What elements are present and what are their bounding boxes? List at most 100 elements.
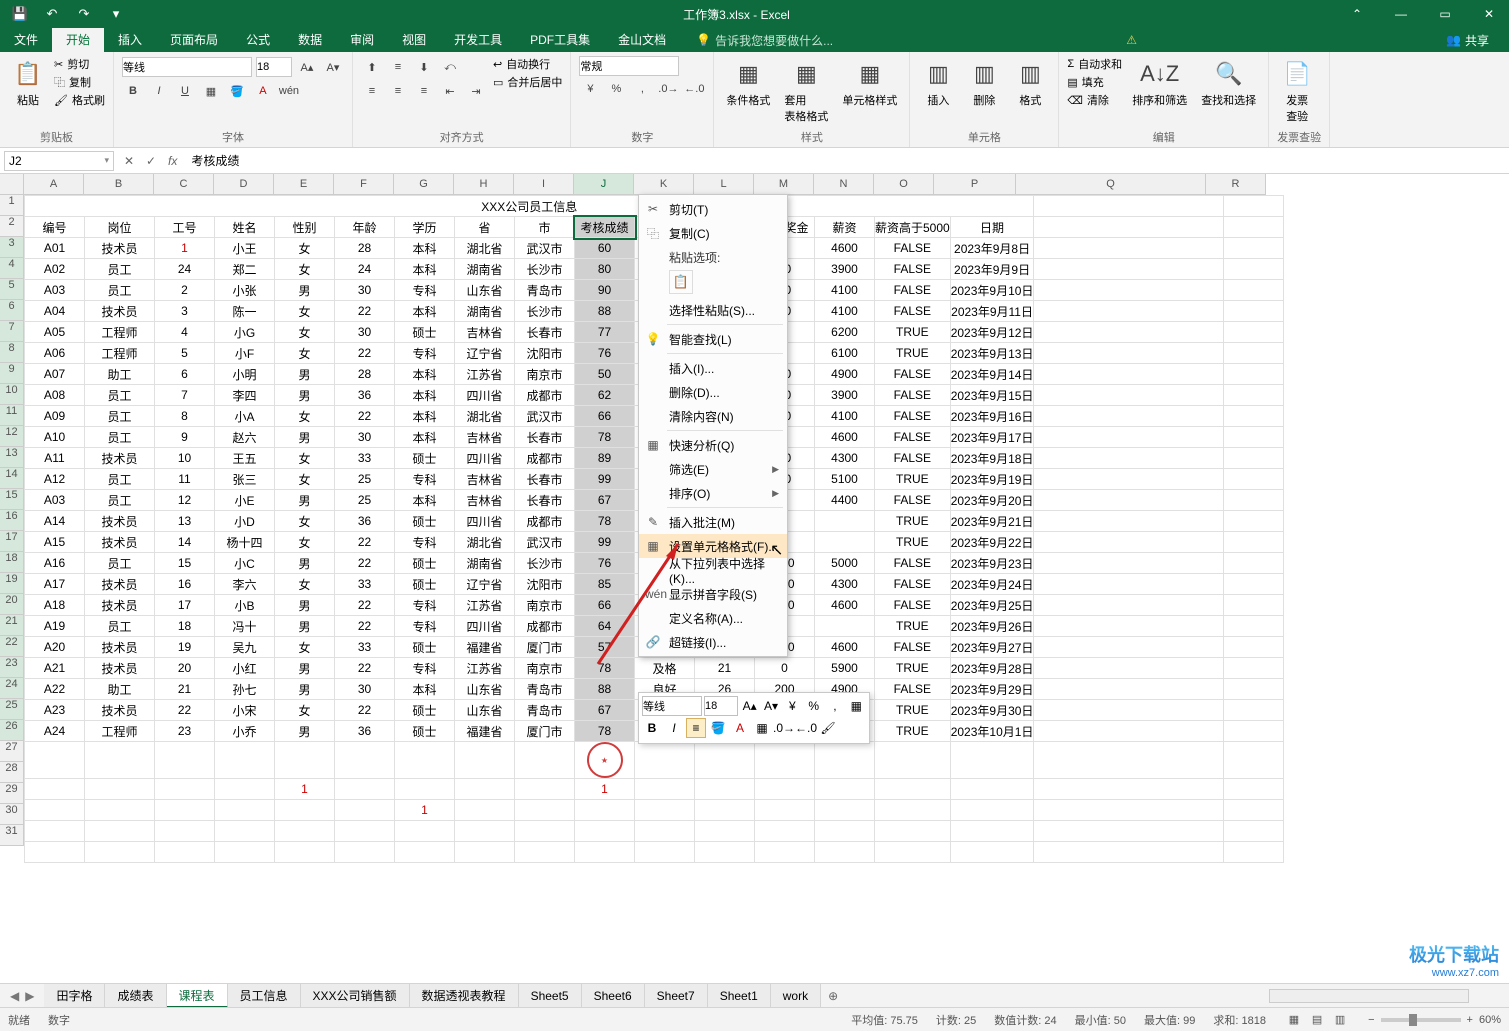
row-header[interactable]: 8 — [0, 342, 24, 363]
cell[interactable]: 女 — [275, 574, 335, 595]
decrease-font-icon[interactable]: A▾ — [322, 56, 344, 78]
cell[interactable]: 2023年9月20日 — [950, 490, 1034, 511]
cell[interactable]: 编号 — [25, 217, 85, 238]
cell[interactable] — [950, 821, 1034, 842]
cell[interactable]: 28 — [335, 238, 395, 259]
cell[interactable] — [1034, 259, 1224, 280]
cell[interactable]: 2023年9月13日 — [950, 343, 1034, 364]
paste-button[interactable]: 📋粘贴 — [8, 56, 48, 110]
cell[interactable]: 技术员 — [85, 511, 155, 532]
cell[interactable]: 员工 — [85, 616, 155, 637]
cell[interactable]: 女 — [275, 700, 335, 721]
cell[interactable]: 员工 — [85, 553, 155, 574]
cell[interactable]: 男 — [275, 658, 335, 679]
cell[interactable]: 2023年9月16日 — [950, 406, 1034, 427]
cell[interactable] — [515, 842, 575, 863]
number-format-combo[interactable] — [579, 56, 679, 76]
cell[interactable] — [1224, 343, 1284, 364]
align-middle-icon[interactable]: ≡ — [387, 56, 409, 78]
indent-inc-icon[interactable]: ⇥ — [465, 80, 487, 102]
cell[interactable] — [1034, 427, 1224, 448]
add-sheet-button[interactable]: ⊕ — [821, 989, 845, 1003]
cell[interactable] — [1034, 553, 1224, 574]
mini-painter-icon[interactable]: 🖌 — [818, 718, 838, 738]
cell[interactable]: 77 — [575, 322, 635, 343]
cell[interactable]: 6 — [155, 364, 215, 385]
sheet-tab[interactable]: Sheet1 — [708, 984, 771, 1008]
cell[interactable]: 年龄 — [335, 217, 395, 238]
cell[interactable]: 工程师 — [85, 343, 155, 364]
cell[interactable]: 5 — [155, 343, 215, 364]
cell[interactable]: 专科 — [395, 469, 455, 490]
cell[interactable]: 长春市 — [515, 490, 575, 511]
mini-increase-font-icon[interactable]: A▴ — [740, 696, 759, 716]
insert-cells-button[interactable]: ▥插入 — [918, 56, 958, 110]
cell[interactable] — [875, 800, 951, 821]
cell[interactable] — [1224, 574, 1284, 595]
sheet-tab[interactable]: Sheet7 — [645, 984, 708, 1008]
cell[interactable] — [695, 800, 755, 821]
cell[interactable]: 员工 — [85, 490, 155, 511]
cell[interactable]: 67 — [575, 490, 635, 511]
tab-home[interactable]: 开始 — [52, 28, 104, 52]
cell[interactable]: 江苏省 — [455, 364, 515, 385]
cell[interactable]: 及格 — [635, 658, 695, 679]
cell[interactable]: FALSE — [875, 637, 951, 658]
cell[interactable] — [1224, 800, 1284, 821]
column-header[interactable]: Q — [1016, 174, 1206, 195]
page-layout-icon[interactable]: ▤ — [1307, 1013, 1327, 1026]
cell[interactable]: 16 — [155, 574, 215, 595]
cell[interactable]: 2 — [155, 280, 215, 301]
row-header[interactable]: 25 — [0, 699, 24, 720]
cell[interactable] — [1224, 238, 1284, 259]
cell[interactable] — [875, 821, 951, 842]
cell[interactable]: 2023年9月22日 — [950, 532, 1034, 553]
cell[interactable] — [1034, 679, 1224, 700]
cell[interactable]: TRUE — [875, 532, 951, 553]
mini-size-combo[interactable] — [704, 696, 738, 716]
cell[interactable]: 90 — [575, 280, 635, 301]
cell[interactable]: 山东省 — [455, 679, 515, 700]
cell[interactable] — [215, 800, 275, 821]
cell[interactable]: FALSE — [875, 679, 951, 700]
cell[interactable]: 青岛市 — [515, 679, 575, 700]
cell[interactable]: 1 — [275, 779, 335, 800]
mini-inc-decimal-icon[interactable]: .0→ — [774, 718, 794, 738]
mini-fill-color-button[interactable]: 🪣 — [708, 718, 728, 738]
cell[interactable]: 男 — [275, 364, 335, 385]
cell[interactable]: 本科 — [395, 238, 455, 259]
cell[interactable] — [950, 742, 1034, 779]
cell[interactable]: FALSE — [875, 259, 951, 280]
cell[interactable]: 36 — [335, 385, 395, 406]
cell[interactable]: 男 — [275, 595, 335, 616]
cell[interactable]: 专科 — [395, 658, 455, 679]
cell[interactable] — [1224, 637, 1284, 658]
cell[interactable]: 57 — [575, 637, 635, 658]
cell[interactable]: 技术员 — [85, 238, 155, 259]
cell[interactable]: 78 — [575, 511, 635, 532]
cell[interactable]: 长春市 — [515, 469, 575, 490]
font-color-button[interactable]: A — [252, 80, 274, 102]
cell[interactable]: 四川省 — [455, 448, 515, 469]
cell[interactable] — [950, 842, 1034, 863]
cell[interactable]: 小A — [215, 406, 275, 427]
cell[interactable]: 本科 — [395, 364, 455, 385]
row-header[interactable]: 1 — [0, 195, 24, 216]
cell[interactable]: 24 — [155, 259, 215, 280]
cell[interactable]: 女 — [275, 322, 335, 343]
cell[interactable] — [25, 821, 85, 842]
cell[interactable] — [155, 821, 215, 842]
ctx-cut[interactable]: ✂剪切(T) — [639, 197, 787, 221]
cell[interactable]: 4300 — [815, 448, 875, 469]
cell[interactable]: 2023年9月12日 — [950, 322, 1034, 343]
cell[interactable]: 孙七 — [215, 679, 275, 700]
column-header[interactable]: I — [514, 174, 574, 195]
cell[interactable] — [335, 779, 395, 800]
cell[interactable] — [695, 779, 755, 800]
cell[interactable]: 长春市 — [515, 322, 575, 343]
cell[interactable] — [1034, 364, 1224, 385]
cell[interactable]: 吉林省 — [455, 490, 515, 511]
cell[interactable]: 员工 — [85, 427, 155, 448]
cell[interactable]: 成都市 — [515, 385, 575, 406]
accept-fx-icon[interactable]: ✓ — [140, 154, 162, 168]
